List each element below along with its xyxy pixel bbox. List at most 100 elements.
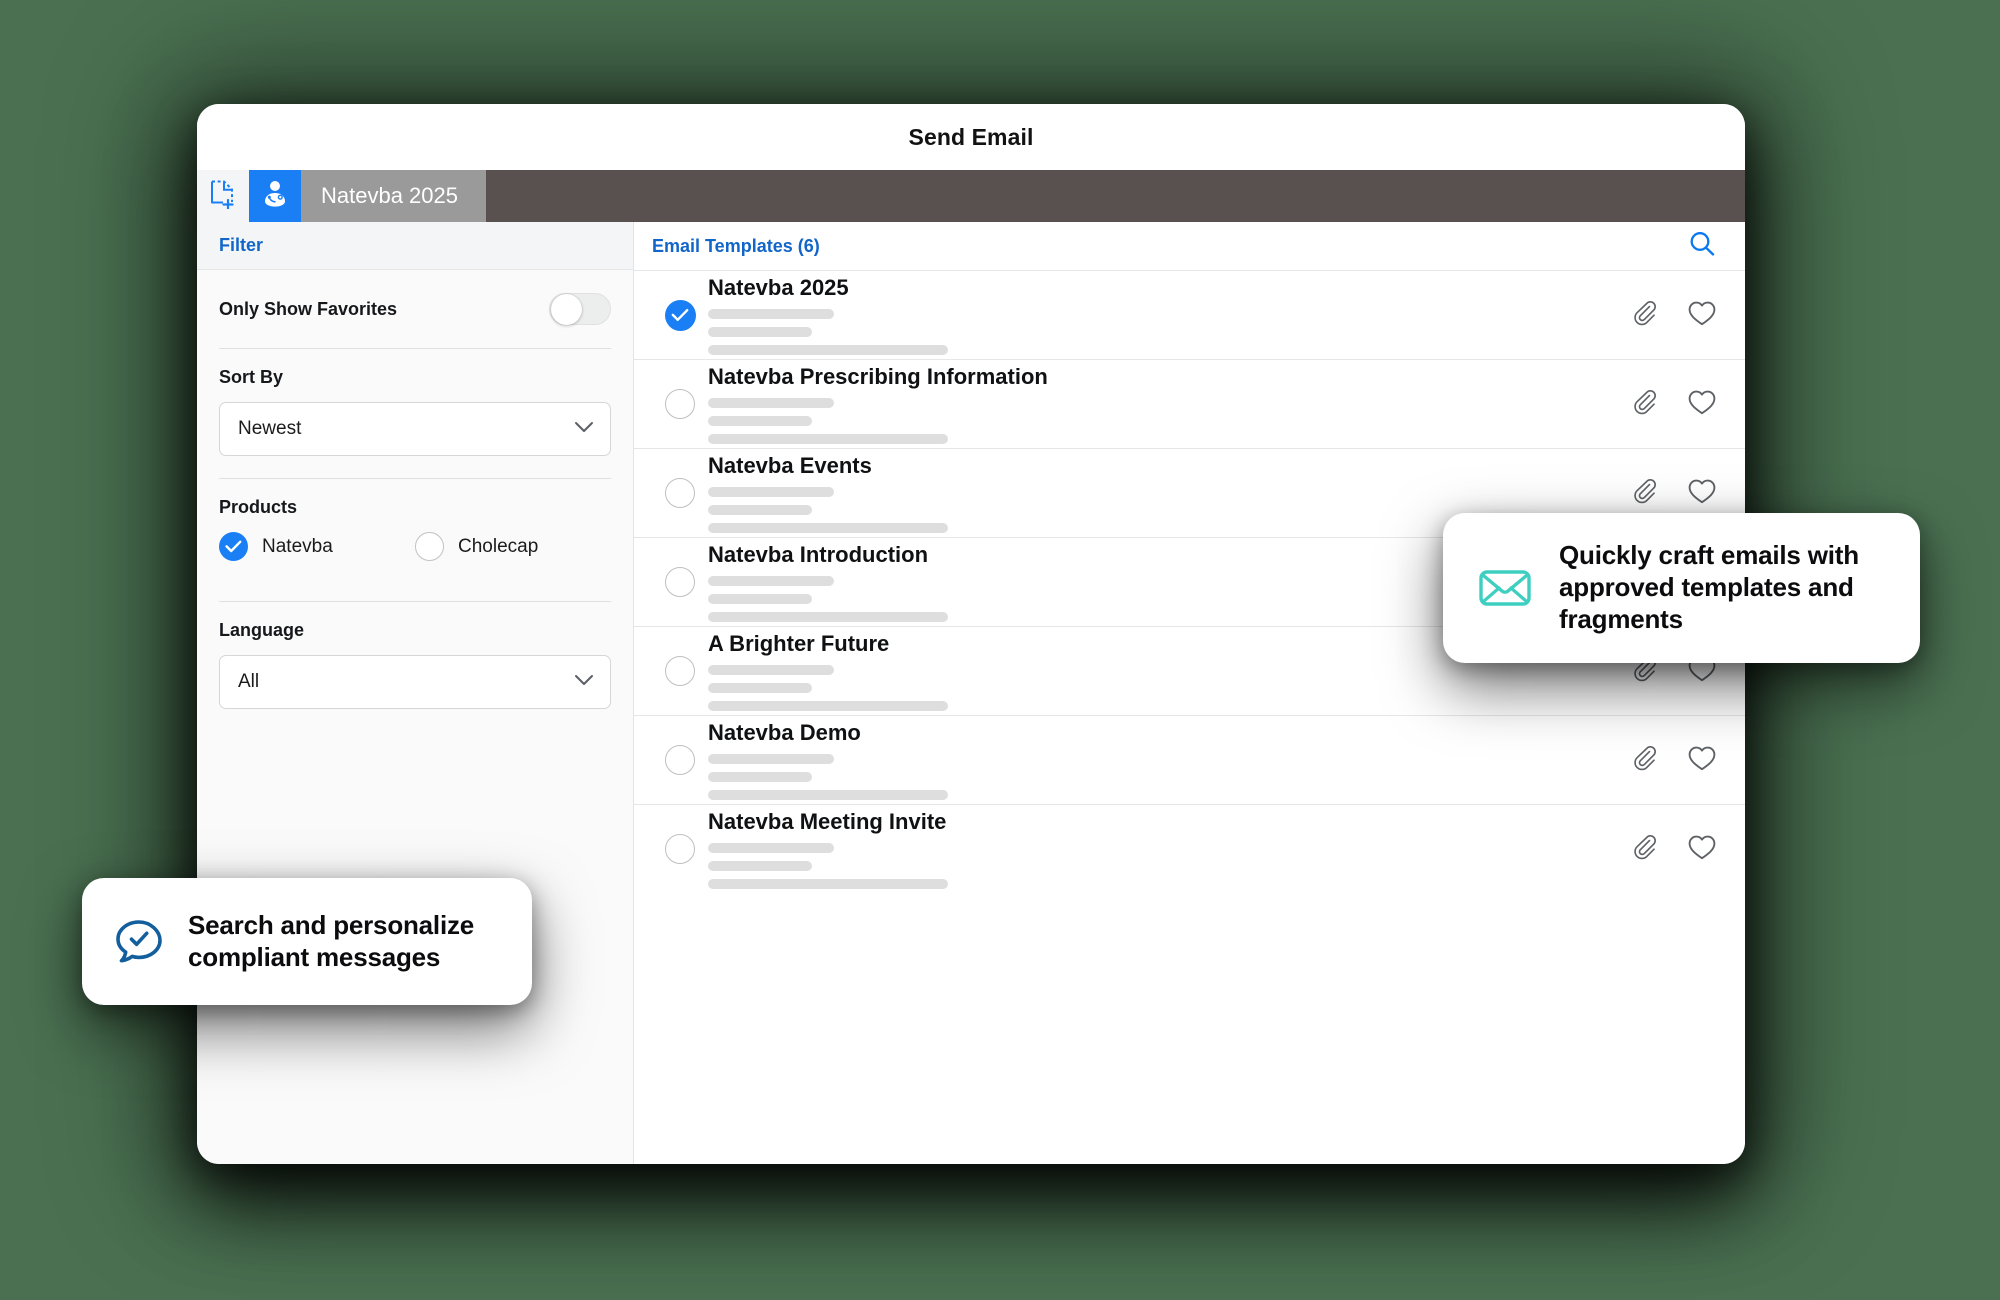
hcp-avatar [249,170,301,222]
new-document-icon [210,179,236,214]
email-templates-panel: Email Templates (6) Natevba 2025Natevba … [634,222,1745,1164]
chevron-down-icon [574,420,594,438]
row-skeleton-line [708,594,812,604]
callout-search-personalize: Search and personalize compliant message… [82,878,532,1005]
checkbox-unchecked-icon [665,389,695,419]
row-select-control[interactable] [652,389,708,419]
row-title: Natevba Prescribing Information [708,364,1629,390]
callout-text: Search and personalize compliant message… [188,910,504,973]
window-titlebar: Send Email [197,104,1745,170]
product-label: Natevba [262,536,333,558]
language-label: Language [219,620,611,641]
row-select-control[interactable] [652,567,708,597]
row-skeleton-line [708,345,948,355]
row-skeleton-line [708,398,834,408]
row-content: Natevba Demo [708,720,1629,800]
products-radio-group: Natevba Cholecap [219,532,611,579]
product-option-cholecap[interactable]: Cholecap [415,532,611,561]
row-skeleton-line [708,843,834,853]
paperclip-icon[interactable] [1629,387,1659,422]
new-document-tab-button[interactable] [197,170,249,222]
row-title: Natevba 2025 [708,275,1629,301]
tab-natevba-2025[interactable]: Natevba 2025 [249,170,486,222]
row-title: Natevba Demo [708,720,1629,746]
row-skeleton-line [708,309,834,319]
hcp-person-icon [260,179,290,214]
checkbox-unchecked-icon [665,834,695,864]
filter-panel: Filter Only Show Favorites Sort By Newes… [197,222,634,1164]
row-actions [1629,387,1717,422]
chevron-down-icon [574,673,594,691]
row-skeleton-line [708,790,948,800]
row-skeleton-line [708,576,834,586]
search-icon[interactable] [1687,229,1717,264]
row-skeleton-line [708,416,812,426]
row-select-control[interactable] [652,656,708,686]
heart-icon[interactable] [1687,299,1717,332]
language-select[interactable]: All [219,655,611,709]
toggle-knob [551,294,582,325]
heart-icon[interactable] [1687,744,1717,777]
envelope-icon [1477,560,1533,616]
row-select-control[interactable] [652,745,708,775]
sort-by-label: Sort By [219,367,611,388]
callout-craft-emails: Quickly craft emails with approved templ… [1443,513,1920,663]
row-skeleton-line [708,701,948,711]
only-show-favorites-row: Only Show Favorites [219,270,611,348]
paperclip-icon[interactable] [1629,743,1659,778]
sort-by-select[interactable]: Newest [219,402,611,456]
table-row[interactable]: Natevba 2025 [634,270,1745,359]
product-option-natevba[interactable]: Natevba [219,532,415,561]
row-select-control[interactable] [652,478,708,508]
row-skeleton-line [708,754,834,764]
chat-check-icon [112,915,166,969]
row-content: Natevba 2025 [708,275,1629,355]
window-body: Filter Only Show Favorites Sort By Newes… [197,222,1745,1164]
language-value: All [238,671,259,693]
row-content: Natevba Prescribing Information [708,364,1629,444]
heart-icon[interactable] [1687,477,1717,510]
tab-strip: Natevba 2025 [197,170,1745,222]
row-skeleton-line [708,772,812,782]
radio-unselected-icon [415,532,444,561]
row-skeleton-line [708,434,948,444]
callout-text: Quickly craft emails with approved templ… [1559,540,1892,635]
products-label: Products [219,497,611,518]
row-select-control[interactable] [652,300,708,331]
row-actions [1629,298,1717,333]
paperclip-icon[interactable] [1629,832,1659,867]
radio-selected-icon [219,532,248,561]
row-content: Natevba Meeting Invite [708,809,1629,889]
filter-heading: Filter [219,235,263,256]
checkbox-unchecked-icon [665,656,695,686]
sort-by-value: Newest [238,418,301,440]
row-skeleton-line [708,879,948,889]
table-row[interactable]: Natevba Meeting Invite [634,804,1745,893]
paperclip-icon[interactable] [1629,298,1659,333]
heart-icon[interactable] [1687,833,1717,866]
row-actions [1629,743,1717,778]
row-skeleton-line [708,665,834,675]
table-row[interactable]: Natevba Prescribing Information [634,359,1745,448]
row-title: Natevba Events [708,453,1629,479]
checkbox-unchecked-icon [665,567,695,597]
email-templates-list: Natevba 2025 Natevba Prescribing Informat… [634,270,1745,1164]
row-skeleton-line [708,487,834,497]
paperclip-icon[interactable] [1629,476,1659,511]
checkbox-unchecked-icon [665,745,695,775]
table-row[interactable]: Natevba Demo [634,715,1745,804]
row-skeleton-line [708,683,812,693]
checkbox-unchecked-icon [665,478,695,508]
heart-icon[interactable] [1687,388,1717,421]
row-skeleton-line [708,612,948,622]
only-show-favorites-label: Only Show Favorites [219,299,397,320]
row-skeleton-line [708,505,812,515]
row-select-control[interactable] [652,834,708,864]
products-group: Products Natevba Cholecap [219,479,611,601]
row-skeleton-line [708,523,948,533]
language-group: Language All [219,602,611,731]
tab-label: Natevba 2025 [321,183,458,209]
sort-by-group: Sort By Newest [219,349,611,478]
only-show-favorites-toggle[interactable] [549,293,611,325]
page-title: Send Email [909,124,1034,151]
